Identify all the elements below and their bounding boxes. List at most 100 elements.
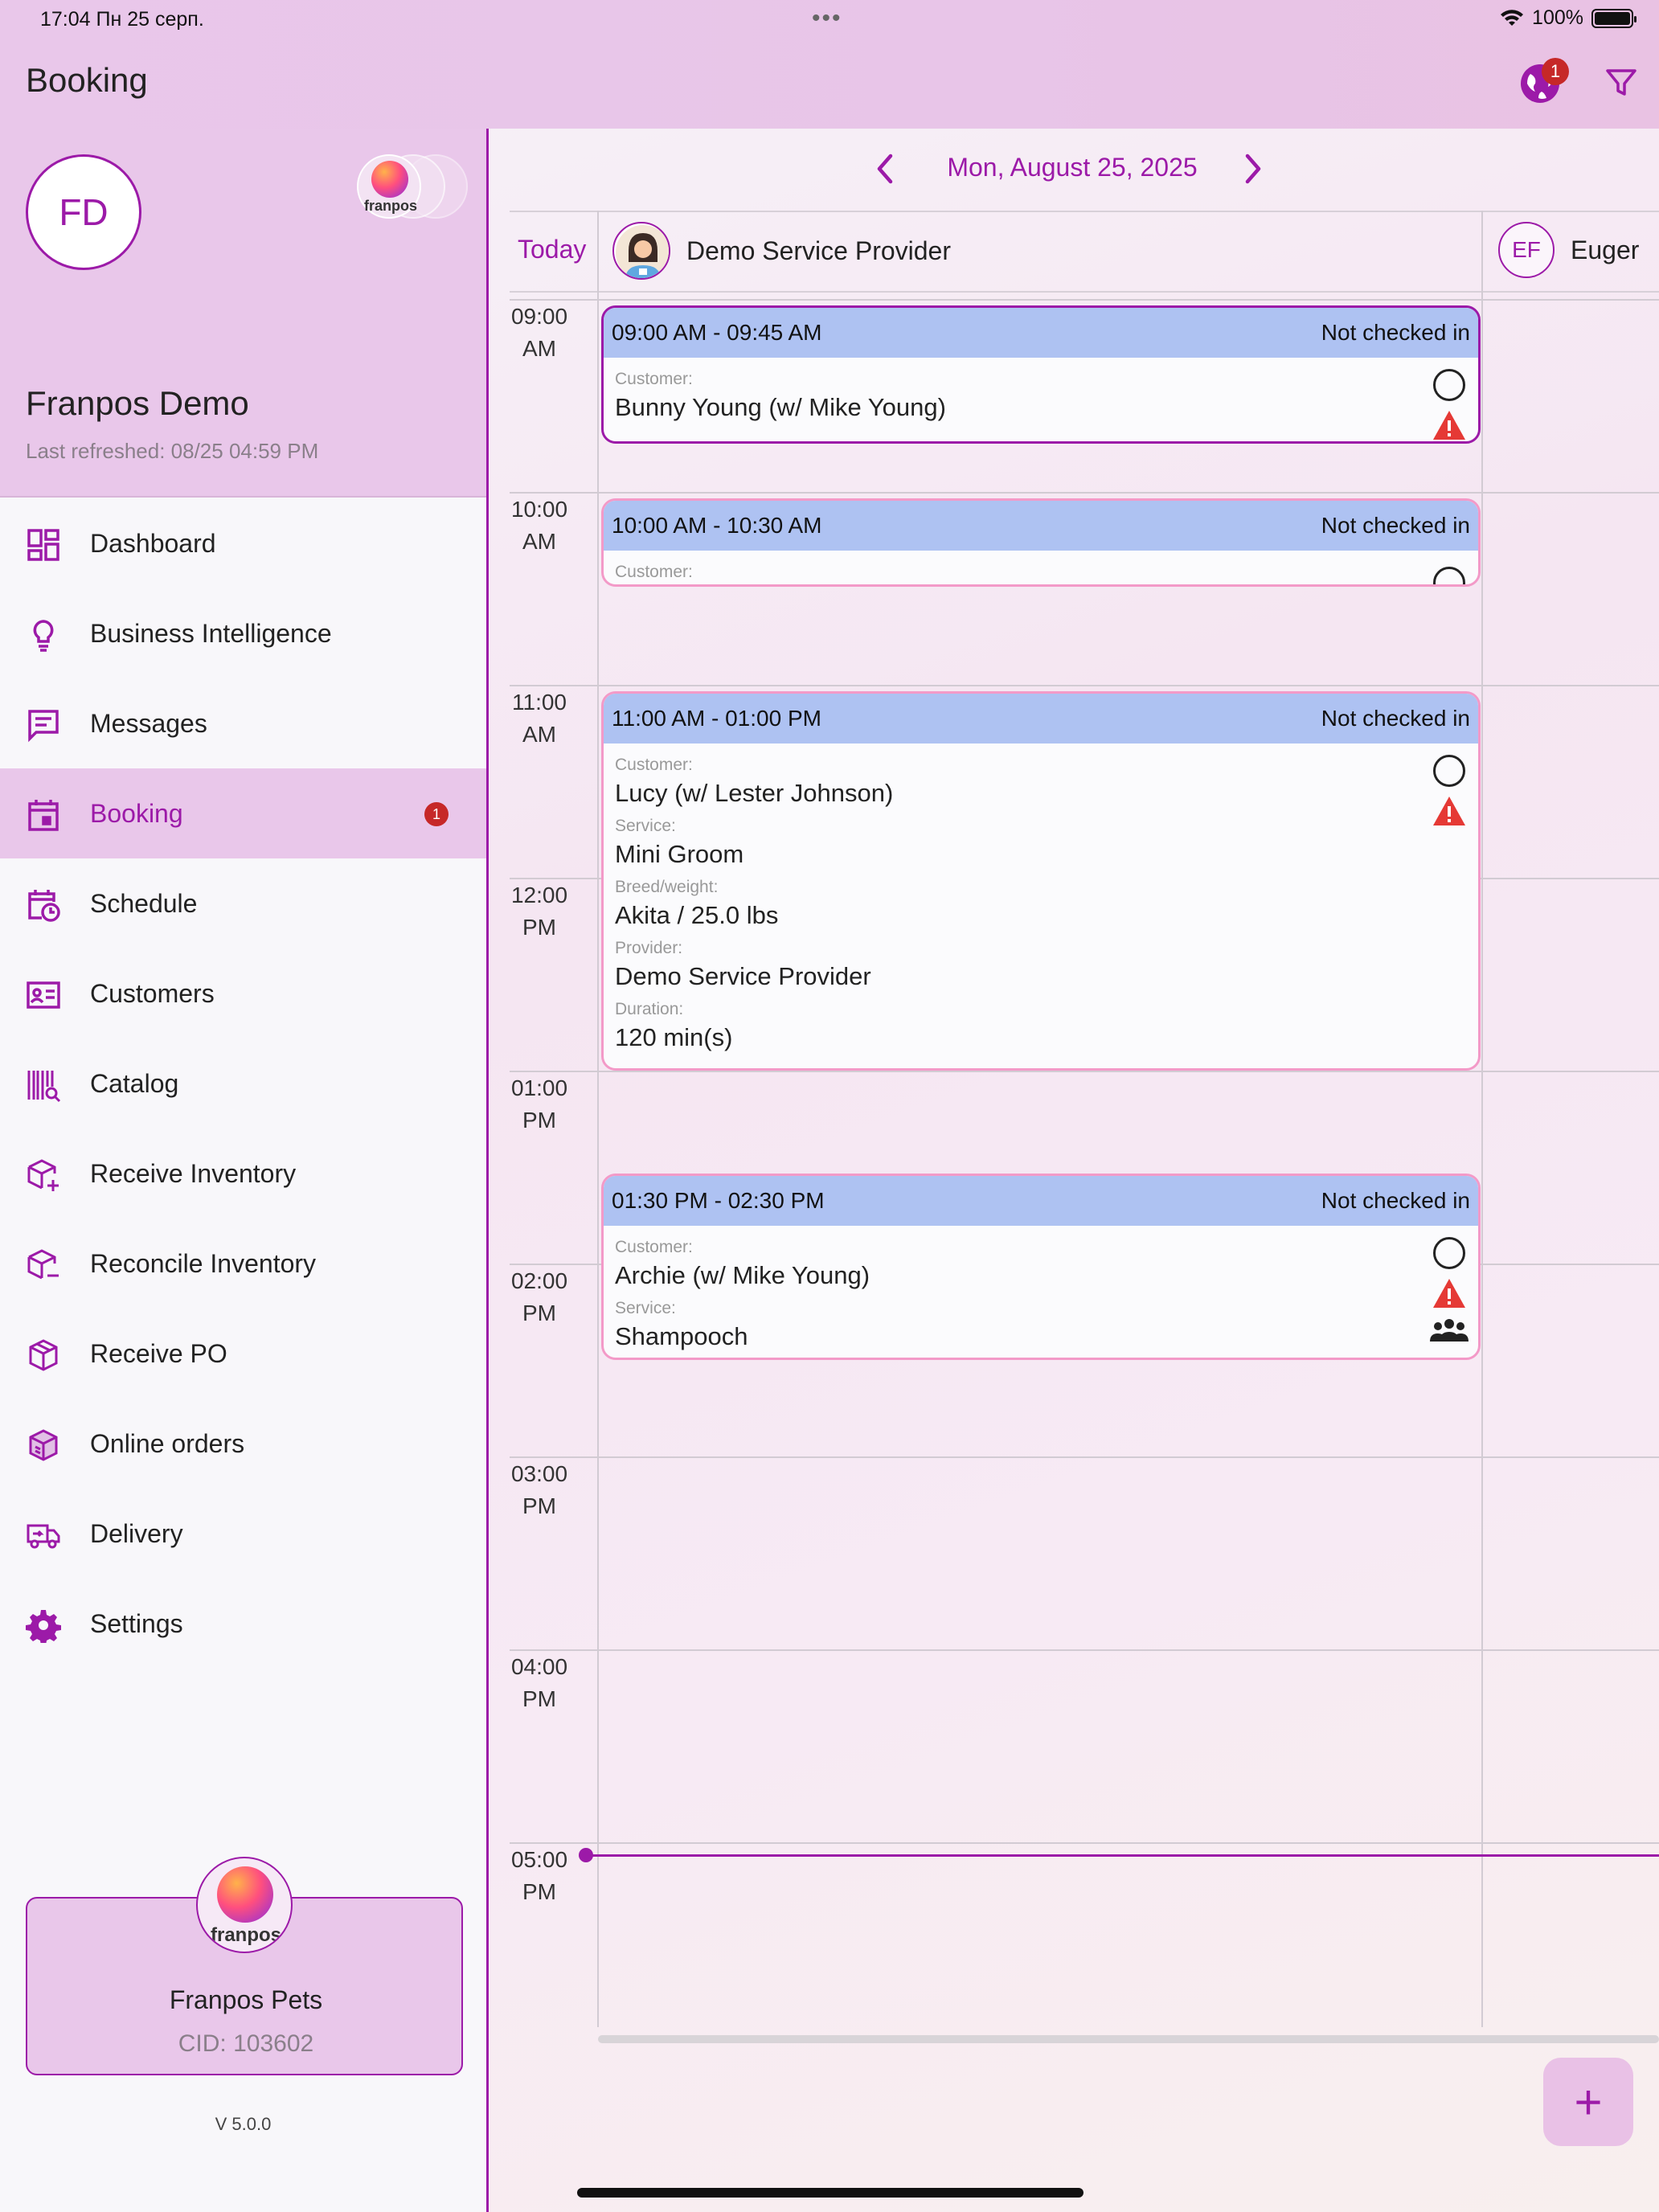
- calendar-date[interactable]: Mon, August 25, 2025: [920, 153, 1225, 182]
- appointment-status: Not checked in: [1321, 706, 1470, 731]
- service-name: Mini Groom: [615, 840, 744, 868]
- sidebar-item-label: Dashboard: [90, 528, 216, 558]
- field-label: Customer:: [615, 370, 693, 388]
- appointment-status: Not checked in: [1321, 320, 1470, 345]
- checkin-circle-icon[interactable]: [1433, 1237, 1465, 1269]
- sidebar-item-schedule[interactable]: Schedule: [0, 858, 486, 948]
- sidebar-item-dashboard[interactable]: Dashboard: [0, 498, 486, 588]
- appointment-time: 09:00 AM - 09:45 AM: [612, 320, 822, 345]
- time-label: 03:00 PM: [510, 1461, 568, 1518]
- chevron-right-icon[interactable]: [1235, 151, 1270, 186]
- battery-percent: 100%: [1532, 6, 1583, 29]
- hour-line: [510, 492, 1659, 494]
- dashboard-icon: [27, 529, 59, 561]
- sidebar-item-receive-inventory[interactable]: Receive Inventory: [0, 1129, 486, 1219]
- field-label: Duration:: [615, 1000, 684, 1018]
- time-label: 09:00 AM: [510, 304, 568, 361]
- duration-value: 120 min(s): [615, 1023, 733, 1051]
- time-label: 12:00 PM: [510, 883, 568, 940]
- horizontal-scrollbar[interactable]: [598, 2035, 1659, 2043]
- box-plus-icon: [27, 1159, 59, 1191]
- appointment-status: Not checked in: [1321, 1188, 1470, 1213]
- account-logos[interactable]: franpos: [357, 154, 469, 219]
- sidebar-item-reconcile-inventory[interactable]: Reconcile Inventory: [0, 1219, 486, 1309]
- checkin-circle-icon[interactable]: [1433, 369, 1465, 401]
- sidebar-item-messages[interactable]: Messages: [0, 678, 486, 768]
- field-label: Customer:: [615, 756, 693, 774]
- field-label: Customer:: [615, 1238, 693, 1256]
- sidebar-item-label: Booking: [90, 798, 183, 828]
- breed-weight: Akita / 25.0 lbs: [615, 901, 779, 929]
- sidebar-item-customers[interactable]: Customers: [0, 948, 486, 1038]
- appointment-time: 01:30 PM - 02:30 PM: [612, 1188, 825, 1213]
- sidebar-item-settings[interactable]: Settings: [0, 1579, 486, 1669]
- store-card[interactable]: franpos Franpos Pets CID: 103602: [26, 1857, 463, 2075]
- appointment-time: 10:00 AM - 10:30 AM: [612, 513, 822, 538]
- sidebar-item-online-orders[interactable]: Online orders: [0, 1399, 486, 1489]
- current-time-line: [580, 1854, 1659, 1857]
- battery-icon: [1591, 8, 1636, 28]
- appointment-header: 09:00 AM - 09:45 AM Not checked in: [604, 308, 1478, 358]
- sidebar-item-label: Schedule: [90, 888, 198, 918]
- provider-value: Demo Service Provider: [615, 962, 871, 990]
- appointment-header: 11:00 AM - 01:00 PM Not checked in: [604, 694, 1478, 743]
- provider-avatar: [612, 222, 670, 280]
- barcode-search-icon: [27, 1071, 61, 1103]
- calendar-date-nav: Mon, August 25, 2025: [868, 145, 1286, 193]
- filter-icon[interactable]: [1604, 66, 1638, 100]
- hour-line: [510, 1071, 1659, 1072]
- checkin-circle-icon[interactable]: [1433, 567, 1465, 584]
- truck-icon: [27, 1524, 60, 1549]
- appointment-card[interactable]: 09:00 AM - 09:45 AM Not checked in Custo…: [601, 305, 1481, 444]
- today-button[interactable]: Today: [518, 235, 586, 264]
- home-indicator[interactable]: [577, 2188, 1083, 2198]
- user-avatar[interactable]: FD: [26, 154, 141, 270]
- person-icon: [616, 225, 669, 278]
- chevron-left-icon[interactable]: [868, 151, 903, 186]
- provider-name: Demo Service Provider: [686, 236, 951, 265]
- customer-name: Lucy (w/ Lester Johnson): [615, 779, 894, 807]
- calendar-icon: [28, 800, 59, 831]
- sidebar-item-label: Settings: [90, 1608, 183, 1638]
- appointment-body: Customer:: [604, 551, 1478, 584]
- page-title: Booking: [26, 61, 148, 99]
- hour-line: [510, 1842, 1659, 1844]
- hour-line: [510, 685, 1659, 686]
- sidebar-item-business-intelligence[interactable]: Business Intelligence: [0, 588, 486, 678]
- appointment-card[interactable]: 01:30 PM - 02:30 PM Not checked in Custo…: [601, 1174, 1481, 1360]
- appointment-status: Not checked in: [1321, 513, 1470, 538]
- sidebar-item-label: Customers: [90, 978, 215, 1008]
- sidebar-item-label: Messages: [90, 708, 207, 738]
- second-provider-name: Euger: [1571, 235, 1640, 264]
- time-label: 10:00 AM: [510, 497, 568, 554]
- appointment-body: Customer: Lucy (w/ Lester Johnson) Servi…: [604, 743, 1478, 1062]
- sidebar-item-catalog[interactable]: Catalog: [0, 1038, 486, 1129]
- time-label: 01:00 PM: [510, 1075, 568, 1133]
- sidebar-item-label: Delivery: [90, 1518, 183, 1548]
- customer-name: Archie (w/ Mike Young): [615, 1261, 870, 1289]
- appointment-card[interactable]: 10:00 AM - 10:30 AM Not checked in Custo…: [601, 498, 1481, 587]
- appointment-card[interactable]: 11:00 AM - 01:00 PM Not checked in Custo…: [601, 691, 1481, 1071]
- sidebar-item-label: Catalog: [90, 1068, 179, 1098]
- time-label: 04:00 PM: [510, 1654, 568, 1711]
- top-app-bar: 17:04 Пн 25 серп. ••• 100% Booking 1: [0, 0, 1659, 129]
- second-provider-header[interactable]: EF Euger: [1498, 222, 1639, 278]
- provider-column-header[interactable]: Demo Service Provider: [612, 220, 951, 281]
- appointment-time: 11:00 AM - 01:00 PM: [612, 706, 821, 731]
- profile-header: FD franpos Franpos Demo Last refreshed: …: [0, 129, 486, 498]
- warning-icon: [1433, 411, 1465, 440]
- box-icon: [29, 1339, 58, 1371]
- appointment-header: 10:00 AM - 10:30 AM Not checked in: [604, 501, 1478, 551]
- sidebar-item-booking[interactable]: Booking 1: [0, 768, 486, 858]
- second-provider-avatar: EF: [1498, 222, 1555, 278]
- add-appointment-button[interactable]: +: [1543, 2058, 1633, 2146]
- time-label: 11:00 AM: [512, 690, 567, 747]
- sidebar-item-receive-po[interactable]: Receive PO: [0, 1309, 486, 1399]
- sidebar-item-delivery[interactable]: Delivery: [0, 1489, 486, 1579]
- status-time: 17:04 Пн 25 серп.: [40, 8, 204, 31]
- hour-line: [510, 299, 1659, 301]
- sidebar-item-label: Online orders: [90, 1428, 245, 1458]
- multitasking-dots-icon[interactable]: •••: [812, 5, 842, 32]
- status-right: 100%: [1500, 6, 1636, 30]
- checkin-circle-icon[interactable]: [1433, 755, 1465, 787]
